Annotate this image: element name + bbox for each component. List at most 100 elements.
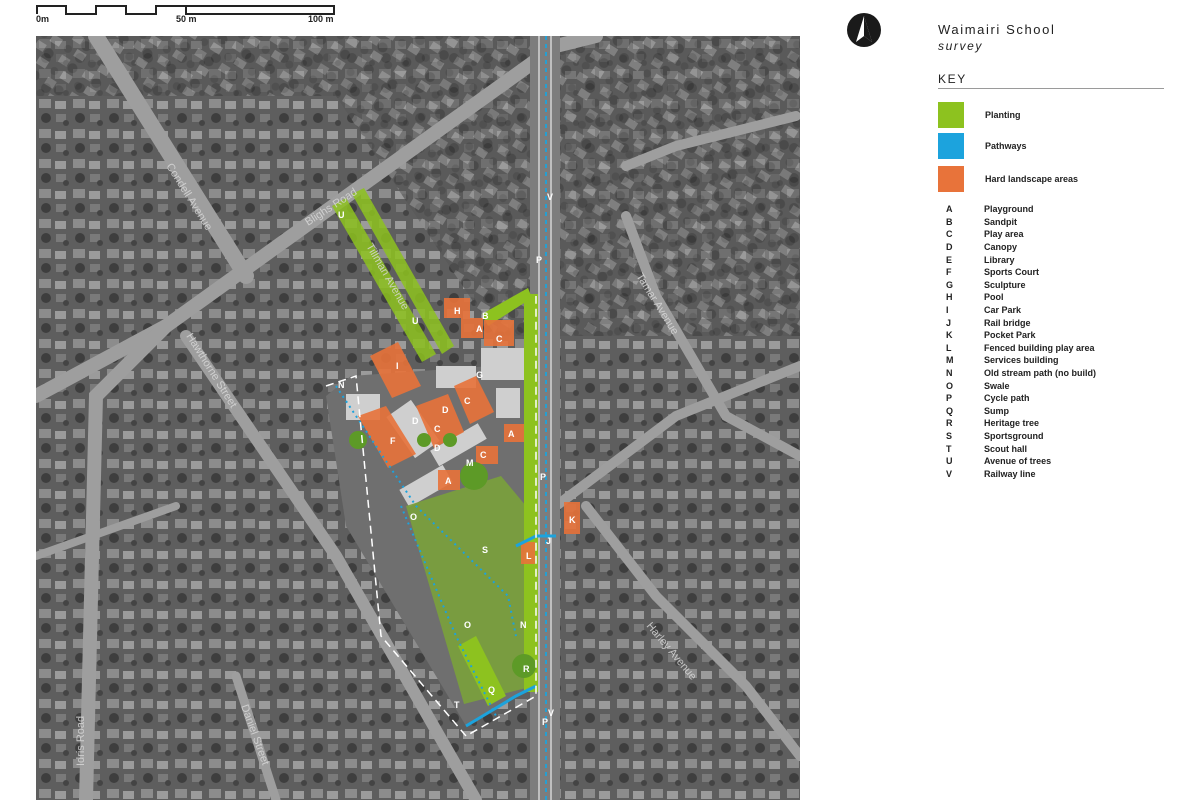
marker-q: Q bbox=[488, 685, 495, 695]
hard-landscape-label: Hard landscape areas bbox=[985, 174, 1079, 184]
marker-f: F bbox=[390, 436, 396, 446]
tree-canopy-1 bbox=[417, 433, 431, 447]
street-label-idris: Idris Road bbox=[75, 716, 87, 766]
marker-c-mid: C bbox=[464, 396, 471, 406]
north-arrow-icon bbox=[846, 12, 882, 48]
legend-item: G Sculpture bbox=[946, 279, 1096, 292]
marker-o-north: O bbox=[410, 512, 417, 522]
legend-label: Playground bbox=[984, 204, 1034, 215]
marker-g: G bbox=[476, 370, 483, 380]
marker-p-south: P bbox=[542, 717, 548, 727]
scale-label-0: 0m bbox=[36, 14, 50, 24]
key-row-pathways: Pathways bbox=[938, 133, 1027, 159]
legend-code: M bbox=[946, 355, 954, 366]
legend-item: R Heritage tree bbox=[946, 417, 1096, 430]
legend-label: Rail bridge bbox=[984, 317, 1031, 328]
legend-code: V bbox=[946, 468, 953, 479]
legend-item: K Pocket Park bbox=[946, 329, 1096, 342]
marker-i: I bbox=[396, 361, 399, 371]
legend-item: V Railway line bbox=[946, 467, 1096, 480]
legend-code: B bbox=[946, 216, 953, 227]
marker-d-3: D bbox=[434, 443, 441, 453]
legend-item: C Play area bbox=[946, 228, 1096, 241]
marker-o-south: O bbox=[464, 620, 471, 630]
legend-label: Sandpit bbox=[984, 216, 1017, 227]
legend-code: C bbox=[946, 229, 953, 240]
legend-label: Old stream path (no build) bbox=[984, 368, 1096, 379]
legend-label: Pocket Park bbox=[984, 330, 1036, 341]
marker-c-north: C bbox=[496, 334, 503, 344]
legend-code: U bbox=[946, 456, 953, 467]
legend-code: E bbox=[946, 254, 953, 265]
legend-label: Avenue of trees bbox=[984, 456, 1052, 467]
aerial-map-svg: U U H B A C I N G C D D C F A D C M A P … bbox=[36, 36, 800, 800]
key-row-hard-landscape: Hard landscape areas bbox=[938, 166, 1078, 192]
legend-item: S Sportsground bbox=[946, 430, 1096, 443]
legend-label: Cycle path bbox=[984, 393, 1030, 404]
legend-item: Q Sump bbox=[946, 405, 1096, 418]
legend-item: J Rail bridge bbox=[946, 316, 1096, 329]
legend-item: T Scout hall bbox=[946, 442, 1096, 455]
marker-c-canopy: C bbox=[434, 424, 441, 434]
legend-code: S bbox=[946, 430, 953, 441]
marker-a-north: A bbox=[476, 324, 483, 334]
legend-list: A Playground B Sandpit C Play area D Canopy … bbox=[946, 203, 1096, 480]
marker-p-north: P bbox=[536, 255, 542, 265]
marker-d-1: D bbox=[442, 405, 449, 415]
marker-h: H bbox=[454, 306, 461, 316]
marker-l: L bbox=[526, 551, 532, 561]
legend-item: P Cycle path bbox=[946, 392, 1096, 405]
planting-label: Planting bbox=[985, 110, 1021, 120]
legend-label: Car Park bbox=[984, 305, 1022, 316]
marker-v-south: V bbox=[548, 708, 554, 718]
marker-n-north: N bbox=[338, 380, 345, 390]
marker-n-south: N bbox=[520, 620, 527, 630]
pathways-label: Pathways bbox=[985, 141, 1027, 151]
legend-item: F Sports Court bbox=[946, 266, 1096, 279]
legend-item: B Sandpit bbox=[946, 216, 1096, 229]
legend-code: K bbox=[946, 330, 953, 341]
key-row-planting: Planting bbox=[938, 102, 1021, 128]
legend-code: R bbox=[946, 418, 953, 429]
marker-m: M bbox=[466, 458, 474, 468]
marker-k: K bbox=[569, 515, 576, 525]
planting-swatch bbox=[938, 102, 964, 128]
marker-c-south: C bbox=[480, 450, 487, 460]
marker-u-south: U bbox=[412, 316, 419, 326]
scale-label-50: 50 m bbox=[176, 14, 197, 24]
legend-label: Heritage tree bbox=[984, 418, 1040, 429]
legend-code: N bbox=[946, 368, 953, 379]
legend-item: M Services building bbox=[946, 354, 1096, 367]
marker-j: J bbox=[546, 536, 551, 546]
legend-code: G bbox=[946, 279, 954, 290]
aerial-map[interactable]: U U H B A C I N G C D D C F A D C M A P … bbox=[36, 36, 800, 800]
legend-item: E Library bbox=[946, 253, 1096, 266]
legend-item: H Pool bbox=[946, 291, 1096, 304]
pathways-swatch bbox=[938, 133, 964, 159]
marker-p-mid: P bbox=[540, 472, 546, 482]
legend-label: Services building bbox=[984, 355, 1059, 366]
legend-item: N Old stream path (no build) bbox=[946, 367, 1096, 380]
legend-code: J bbox=[946, 317, 952, 328]
legend-item: D Canopy bbox=[946, 241, 1096, 254]
legend-item: L Fenced building play area bbox=[946, 342, 1096, 355]
marker-t: T bbox=[454, 700, 460, 710]
legend-label: Sportsground bbox=[984, 430, 1044, 441]
legend-label: Sports Court bbox=[984, 267, 1039, 278]
legend-label: Pool bbox=[984, 292, 1004, 303]
scale-bar: 0m 50 m 100 m bbox=[36, 2, 336, 26]
legend-code: D bbox=[946, 242, 953, 253]
legend-label: Sump bbox=[984, 405, 1010, 416]
marker-r: R bbox=[523, 664, 530, 674]
legend-code: F bbox=[946, 267, 952, 278]
marker-u-north: U bbox=[338, 210, 345, 220]
map-subtitle: survey bbox=[938, 39, 983, 53]
legend-label: Library bbox=[984, 254, 1015, 265]
legend-label: Canopy bbox=[984, 242, 1018, 253]
legend-label: Sculpture bbox=[984, 279, 1026, 290]
tree-services bbox=[460, 462, 488, 490]
legend-label: Play area bbox=[984, 229, 1024, 240]
legend-code: P bbox=[946, 393, 953, 404]
marker-a-south: A bbox=[445, 476, 452, 486]
tree-west bbox=[349, 431, 367, 449]
